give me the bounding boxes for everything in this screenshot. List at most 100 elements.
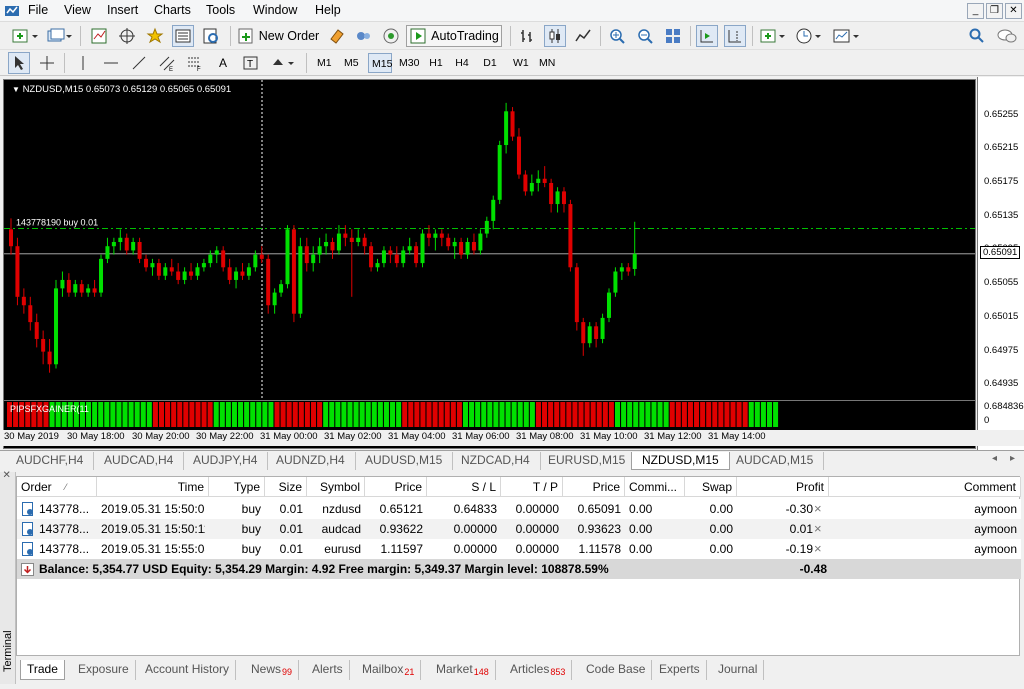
timeframe-m1-button[interactable]: M1 — [314, 53, 334, 73]
column-header-7[interactable]: T / P — [501, 477, 563, 497]
crosshair-icon[interactable] — [36, 52, 58, 74]
zoom-out-icon[interactable] — [634, 25, 656, 47]
text-label-icon[interactable]: T — [240, 52, 262, 74]
column-header-10[interactable]: Swap — [685, 477, 737, 497]
periodicity-button[interactable] — [794, 25, 824, 47]
vertical-line-icon[interactable] — [72, 52, 94, 74]
chart-canvas[interactable]: 143778190 buy 0.01 PIPSFXGAINER(11 — [4, 80, 975, 448]
new-order-button[interactable]: New Order — [236, 25, 320, 47]
navigator-icon[interactable] — [144, 25, 166, 47]
chart-tab-audusd-m15[interactable]: AUDUSD,M15 — [355, 452, 454, 470]
column-header-4[interactable]: Symbol — [307, 477, 365, 497]
terminal-tab-mailbox[interactable]: Mailbox21 — [356, 660, 422, 680]
terminal-tab-market[interactable]: Market148 — [430, 660, 496, 680]
chart-tab-audchf-h4[interactable]: AUDCHF,H4 — [6, 452, 95, 470]
horizontal-line-icon[interactable] — [100, 52, 122, 74]
menu-insert[interactable]: Insert — [107, 3, 138, 17]
column-header-11[interactable]: Profit — [737, 477, 829, 497]
strategy-tester-icon[interactable] — [200, 25, 222, 47]
autoscroll-icon[interactable] — [696, 25, 718, 47]
timeframe-m5-button[interactable]: M5 — [341, 53, 361, 73]
timeframe-d1-button[interactable]: D1 — [480, 53, 500, 73]
column-header-6[interactable]: S / L — [427, 477, 501, 497]
minimize-icon[interactable]: _ — [967, 3, 984, 19]
tile-windows-icon[interactable] — [662, 25, 684, 47]
terminal-icon[interactable] — [172, 25, 194, 47]
chart-shift-icon[interactable] — [724, 25, 746, 47]
wifi-icon[interactable] — [380, 25, 402, 47]
search-icon[interactable] — [966, 25, 988, 47]
terminal-tab-alerts[interactable]: Alerts — [306, 660, 350, 680]
equidistant-channel-icon[interactable]: E — [156, 52, 178, 74]
bar-chart-icon[interactable] — [516, 25, 538, 47]
templates-button[interactable] — [830, 25, 862, 47]
terminal-side-bar[interactable]: × Terminal — [0, 470, 16, 684]
chat-icon[interactable] — [994, 25, 1020, 47]
column-header-12[interactable]: Comment — [829, 477, 1021, 497]
column-header-9[interactable]: Commi... — [625, 477, 685, 497]
metaeditor-icon[interactable] — [326, 25, 348, 47]
column-header-8[interactable]: Price — [563, 477, 625, 497]
timeframe-h4-button[interactable]: H4 — [452, 53, 472, 73]
trade-row[interactable]: 143778... 2019.05.31 15:50:11 buy 0.01 audca… — [17, 519, 1021, 539]
data-window-icon[interactable] — [116, 25, 138, 47]
timeframe-h1-button[interactable]: H1 — [426, 53, 446, 73]
timeframe-m15-button[interactable]: M15 — [368, 53, 392, 73]
cursor-icon[interactable] — [8, 52, 30, 74]
signals-icon[interactable] — [352, 25, 374, 47]
terminal-tab-news[interactable]: News99 — [245, 660, 300, 680]
terminal-tab-account-history[interactable]: Account History — [139, 660, 237, 680]
column-header-1[interactable]: Time — [97, 477, 209, 497]
text-icon[interactable]: A — [212, 52, 234, 74]
profiles-button[interactable] — [44, 25, 74, 47]
candlestick-icon[interactable] — [544, 25, 566, 47]
terminal-tab-trade[interactable]: Trade — [20, 660, 65, 680]
market-watch-icon[interactable] — [88, 25, 110, 47]
chart-tab-nzdcad-h4[interactable]: NZDCAD,H4 — [451, 452, 541, 470]
menu-tools[interactable]: Tools — [206, 3, 235, 17]
chart-window[interactable]: 143778190 buy 0.01 PIPSFXGAINER(11 ▼ NZDU… — [0, 77, 1024, 450]
trade-row[interactable]: 143778... 2019.05.31 15:55:08 buy 0.01 eurus… — [17, 539, 1021, 559]
timeframe-mn-button[interactable]: MN — [536, 53, 558, 73]
chart-tab-audcad-h4[interactable]: AUDCAD,H4 — [94, 452, 185, 470]
chart-tab-audnzd-h4[interactable]: AUDNZD,H4 — [266, 452, 356, 470]
menu-charts[interactable]: Charts — [154, 3, 191, 17]
chart-tab-audcad-m15[interactable]: AUDCAD,M15 — [726, 452, 825, 470]
indicators-button[interactable] — [758, 25, 788, 47]
terminal-tab-exposure[interactable]: Exposure — [72, 660, 136, 680]
restore-icon[interactable]: ❐ — [986, 3, 1003, 19]
tab-scroll-left-icon[interactable]: ◂ — [992, 453, 997, 464]
autotrading-button[interactable]: AutoTrading — [406, 25, 502, 47]
chart-tab-nzdusd-m15[interactable]: NZDUSD,M15 — [631, 452, 730, 470]
line-chart-icon[interactable] — [572, 25, 594, 47]
close-order-icon[interactable]: × — [814, 499, 822, 519]
column-header-3[interactable]: Size — [265, 477, 307, 497]
menu-file[interactable]: File — [28, 3, 48, 17]
balance-row[interactable]: Balance: 5,354.77 USD Equity: 5,354.29 M… — [17, 559, 1021, 579]
chart-tab-audjpy-h4[interactable]: AUDJPY,H4 — [183, 452, 269, 470]
new-chart-button[interactable] — [8, 25, 42, 47]
terminal-tab-articles[interactable]: Articles853 — [504, 660, 573, 680]
app-icon[interactable] — [4, 3, 20, 19]
fibonacci-icon[interactable]: F — [184, 52, 206, 74]
terminal-tab-journal[interactable]: Journal — [712, 660, 765, 680]
column-header-0[interactable]: Order — [17, 477, 97, 497]
close-order-icon[interactable]: × — [814, 539, 822, 559]
price-chart[interactable]: 143778190 buy 0.01 PIPSFXGAINER(11 ▼ NZDU… — [3, 79, 976, 449]
terminal-tab-code-base[interactable]: Code Base — [580, 660, 653, 680]
chart-tab-eurusd-m15[interactable]: EURUSD,M15 — [538, 452, 637, 470]
tab-scroll-right-icon[interactable]: ▸ — [1010, 453, 1015, 464]
menu-window[interactable]: Window — [253, 3, 297, 17]
arrows-button[interactable] — [268, 52, 298, 74]
column-header-2[interactable]: Type — [209, 477, 265, 497]
menu-help[interactable]: Help — [315, 3, 341, 17]
timeframe-w1-button[interactable]: W1 — [510, 53, 530, 73]
close-order-icon[interactable]: × — [814, 519, 822, 539]
trade-row[interactable]: 143778... 2019.05.31 15:50:09 buy 0.01 nzdus… — [17, 499, 1021, 519]
timeframe-m30-button[interactable]: M30 — [396, 53, 422, 73]
close-icon[interactable]: ✕ — [1005, 3, 1022, 19]
column-header-5[interactable]: Price — [365, 477, 427, 497]
zoom-in-icon[interactable] — [606, 25, 628, 47]
trendline-icon[interactable] — [128, 52, 150, 74]
menu-view[interactable]: View — [64, 3, 91, 17]
